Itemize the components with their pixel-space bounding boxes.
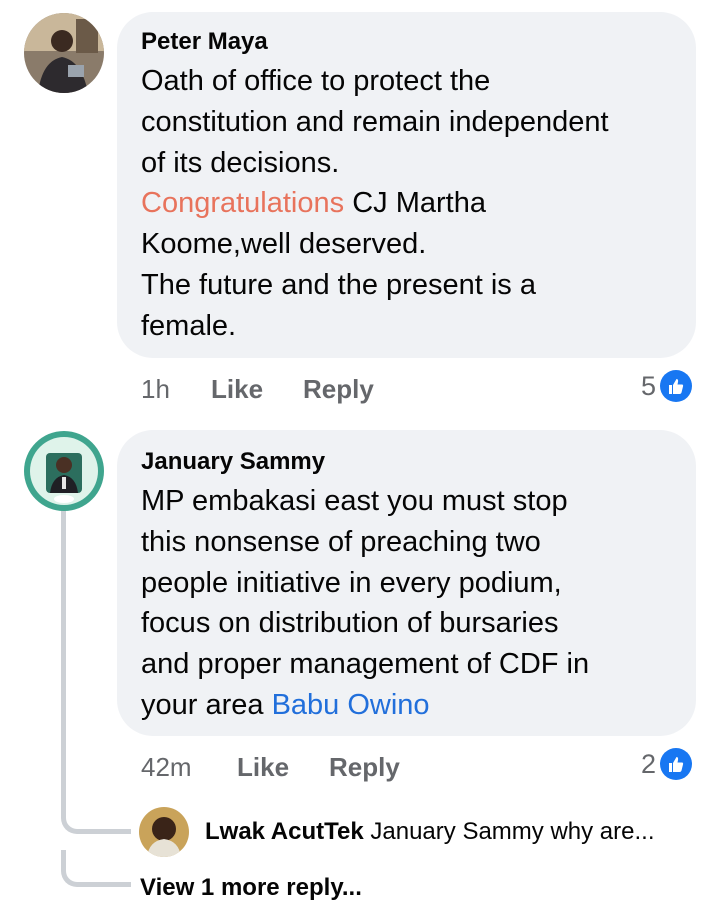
reply-button[interactable]: Reply [303,374,374,405]
comment-line: constitution and remain independent [141,105,609,138]
comment-line-prefix: your area [141,688,272,721]
reaction-count: 2 [641,748,657,779]
mention-link[interactable]: Babu Owino [272,689,430,721]
comment-line: of its decisions. [141,146,340,179]
reaction-count: 5 [641,370,657,401]
avatar-peter-maya[interactable] [24,13,104,93]
comment-timestamp[interactable]: 42m [141,752,192,783]
thread-line [61,510,66,810]
comment-line: people initiative in every podium, [141,566,562,599]
reply-button[interactable]: Reply [329,752,400,783]
like-button[interactable]: Like [237,752,289,783]
comment-line-rest: CJ Martha [344,187,486,220]
thread-connector [61,850,131,887]
comment-line: your area Babu Owino [141,685,589,726]
comment-line: and proper management of CDF in [141,648,590,681]
comment-line: MP embakasi east you must stop [141,485,568,517]
avatar-lwak-acuttek[interactable] [139,807,189,857]
avatar-january-sammy[interactable] [24,431,104,511]
comment-line: this nonsense of preaching two [141,525,541,558]
reply-snippet: January Sammy why are... [370,818,655,845]
view-more-replies-button[interactable]: View 1 more reply... [140,874,362,902]
profile-photo-icon [24,431,104,511]
comment-line: focus on distribution of bursaries [141,607,559,640]
reactions-summary[interactable]: 2 [641,748,693,780]
comment-author[interactable]: Peter Maya [141,28,268,56]
comment-line: Koome,well deserved. [141,228,427,261]
highlighted-word: Congratulations [141,187,345,220]
comment-line: female. [141,309,237,342]
reply-preview[interactable]: Lwak AcutTek January Sammy why are... [205,818,655,846]
comment-timestamp[interactable]: 1h [141,374,170,405]
comment-line: Oath of office to protect the [141,65,491,97]
reply-author[interactable]: Lwak AcutTek [205,818,364,845]
thread-connector [61,800,131,834]
like-button[interactable]: Like [211,374,263,405]
like-thumb-icon [660,370,693,402]
profile-photo-icon [139,807,189,857]
comment-line: The future and the present is a [141,268,536,301]
reactions-summary[interactable]: 5 [641,370,693,402]
profile-photo-icon [24,13,104,93]
comment-author[interactable]: January Sammy [141,448,325,476]
comment-text: MP embakasi east you must stop this nons… [141,481,589,726]
comment-line: Congratulations CJ Martha [141,183,609,224]
comment-text: Oath of office to protect the constituti… [141,61,609,347]
like-thumb-icon [660,748,693,780]
